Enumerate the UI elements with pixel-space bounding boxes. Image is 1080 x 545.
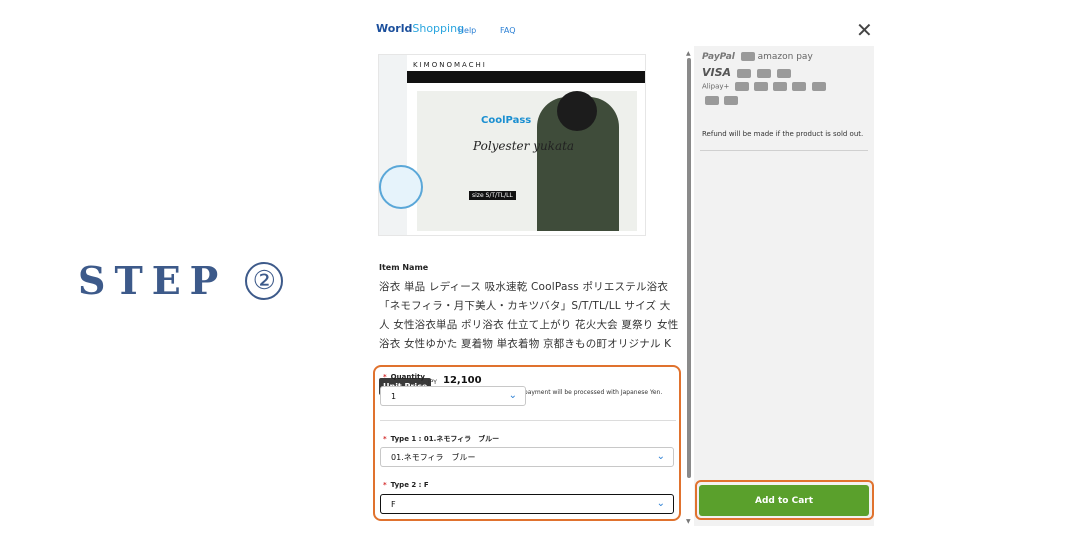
paypal-logo: PayPal xyxy=(702,52,735,62)
type1-select[interactable]: 01.ネモフィラ ブルー ⌄ xyxy=(380,447,674,467)
image-coolpass: CoolPass xyxy=(481,115,532,126)
required-mark: * xyxy=(383,481,387,489)
card-chip-icon xyxy=(740,52,755,61)
mastercard-icon xyxy=(736,69,751,78)
quantity-label-text: Quantity xyxy=(390,373,425,381)
type2-select[interactable]: F ⌄ xyxy=(380,494,674,514)
wallet-icon xyxy=(723,96,738,105)
checkout-divider xyxy=(700,150,868,151)
image-size-tag: size S/T/TL/LL xyxy=(469,191,516,200)
type2-label: * Type 2 : F xyxy=(383,481,429,489)
product-image-site: KIMONOMACHI CoolPass Polyester yukata si… xyxy=(407,55,645,235)
close-icon[interactable]: ✕ xyxy=(856,20,873,40)
type2-value: F xyxy=(391,499,396,509)
scroll-thumb[interactable] xyxy=(687,58,691,478)
wallet-icon xyxy=(753,82,768,91)
checkout-panel: PayPal amazon pay VISA Alipay+ Refund wi… xyxy=(694,46,874,526)
jcb-icon xyxy=(756,69,771,78)
refund-note: Refund will be made if the product is so… xyxy=(702,130,864,138)
type1-label-text: Type 1 : 01.ネモフィラ ブルー xyxy=(390,435,500,443)
type2-label-text: Type 2 : F xyxy=(390,481,429,489)
item-title: 浴衣 単品 レディース 吸水速乾 CoolPass ポリエステル浴衣「ネモフィラ… xyxy=(379,281,679,350)
scroll-up-icon[interactable]: ▲ xyxy=(686,50,691,57)
payment-row-2: VISA xyxy=(702,66,791,79)
quantity-label: * Quantity xyxy=(383,373,425,381)
wallet-icon xyxy=(792,82,807,91)
image-model-head xyxy=(557,91,597,131)
help-link[interactable]: Help xyxy=(458,26,476,35)
options-divider xyxy=(380,420,676,421)
step-number: ② xyxy=(245,261,284,300)
image-brand: KIMONOMACHI xyxy=(413,61,487,69)
wallet-icon xyxy=(734,82,749,91)
product-modal: WorldShopping Help FAQ ✕ KIMONOMACHI Coo… xyxy=(368,14,880,529)
step-heading: STEP ② xyxy=(78,258,284,303)
alipay-logo: Alipay+ xyxy=(702,82,730,91)
required-mark: * xyxy=(383,373,387,381)
logo-world: World xyxy=(376,22,413,35)
type1-label: * Type 1 : 01.ネモフィラ ブルー xyxy=(383,434,499,444)
scrollbar[interactable]: ▲ ▼ xyxy=(686,50,692,526)
wallet-icon xyxy=(705,96,719,105)
image-polyester: Polyester yukata xyxy=(473,139,575,153)
quantity-select[interactable]: 1 ⌄ xyxy=(380,386,526,406)
image-nav-bar xyxy=(407,71,645,83)
wallet-icon xyxy=(811,82,826,91)
wallet-icon xyxy=(773,82,788,91)
image-hero: CoolPass Polyester yukata size S/T/TL/LL xyxy=(417,91,637,231)
item-name-label: Item Name xyxy=(379,263,429,272)
faq-link[interactable]: FAQ xyxy=(500,26,516,35)
payment-row-1: PayPal amazon pay xyxy=(702,52,813,62)
type1-value: 01.ネモフィラ ブルー xyxy=(391,452,476,462)
page: STEP ② WorldShopping Help FAQ ✕ KIMONOMA… xyxy=(0,0,1080,545)
chevron-down-icon: ⌄ xyxy=(656,498,665,509)
quantity-value: 1 xyxy=(391,391,397,401)
modal-header: WorldShopping Help FAQ ✕ xyxy=(368,14,880,46)
required-mark: * xyxy=(383,435,387,443)
worldshopping-logo: WorldShopping xyxy=(376,22,464,35)
payment-row-3: Alipay+ xyxy=(702,82,826,91)
step-text: STEP xyxy=(78,258,228,303)
options-highlight: * Quantity 1 ⌄ * Type 1 : 01.ネモフィラ ブルー 01.… xyxy=(373,365,681,521)
amex-icon xyxy=(776,69,791,78)
image-round-badge xyxy=(379,165,423,209)
payment-row-4 xyxy=(702,96,738,105)
visa-logo: VISA xyxy=(702,66,732,79)
chevron-down-icon: ⌄ xyxy=(656,451,665,462)
scroll-down-icon[interactable]: ▼ xyxy=(686,518,691,525)
product-image: KIMONOMACHI CoolPass Polyester yukata si… xyxy=(378,54,646,236)
chevron-down-icon: ⌄ xyxy=(508,390,517,401)
logo-shopping: Shopping xyxy=(412,22,465,35)
add-to-cart-button[interactable]: Add to Cart xyxy=(699,485,869,516)
amazon-pay-logo: amazon pay xyxy=(757,52,813,62)
